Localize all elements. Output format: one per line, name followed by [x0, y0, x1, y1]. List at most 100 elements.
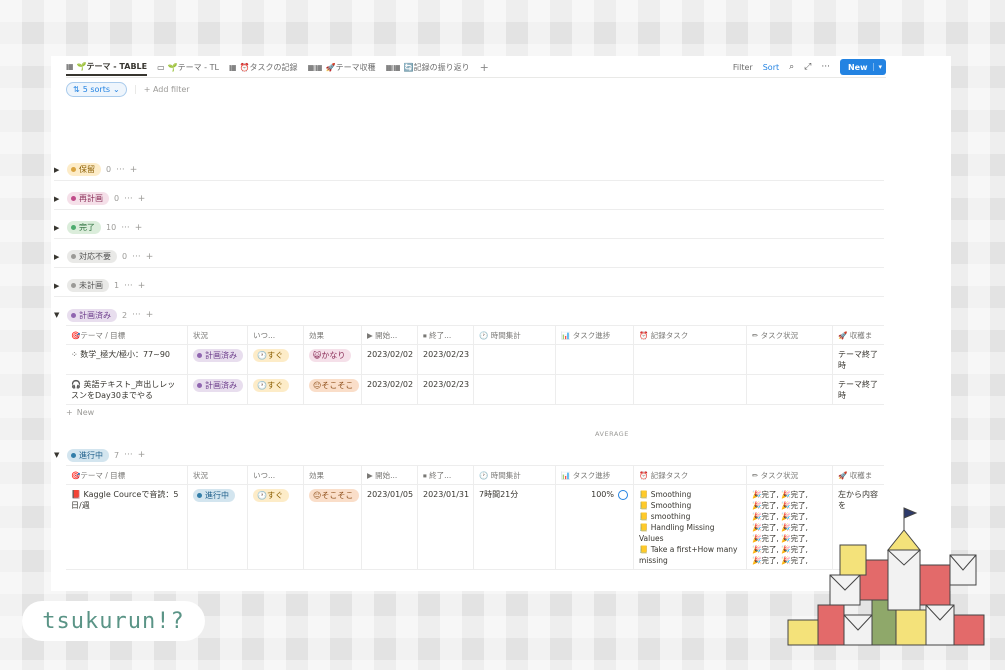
cell-tasks[interactable]	[634, 375, 747, 404]
column-header-end[interactable]: ⏹ 終了...	[418, 326, 474, 344]
column-header-start[interactable]: ▶ 開始...	[362, 466, 418, 484]
column-header-start[interactable]: ▶ 開始...	[362, 326, 418, 344]
column-header-harvest[interactable]: 🚀 収穫ま	[833, 326, 884, 344]
cell-theme[interactable]: 🎧 英語テキスト_声出しレッスンをDay30までやる	[66, 375, 188, 404]
caret-right-icon[interactable]: ▶	[54, 282, 62, 290]
cell-when[interactable]: 🕐すぐ	[248, 485, 304, 569]
cell-progress[interactable]	[556, 345, 634, 374]
task-link[interactable]: 📒 smoothing	[639, 511, 741, 522]
column-header-progress[interactable]: 📊 タスク進捗	[556, 326, 634, 344]
task-link[interactable]: 📒 Take a first+How many missing	[639, 544, 741, 566]
cell-end[interactable]: 2023/01/31	[418, 485, 474, 569]
task-link[interactable]: 📒 Handling Missing Values	[639, 522, 741, 544]
column-header-harvest[interactable]: 🚀 収穫ま	[833, 466, 884, 484]
column-header-theme[interactable]: 🎯テーマ / 目標	[66, 326, 188, 344]
plus-icon[interactable]: +	[146, 252, 154, 262]
plus-icon[interactable]: +	[138, 450, 146, 460]
caret-right-icon[interactable]: ▶	[54, 224, 62, 232]
column-header-progress[interactable]: 📊 タスク進捗	[556, 466, 634, 484]
caret-down-icon[interactable]: ▼	[54, 451, 62, 459]
new-button[interactable]: New ▾	[839, 59, 886, 75]
cell-effect[interactable]: 😐そこそこ	[304, 485, 362, 569]
column-header-task-status[interactable]: ✏ タスク状況	[747, 466, 833, 484]
cell-harvest[interactable]: テーマ終了時	[833, 345, 884, 374]
cell-theme[interactable]: 📕 Kaggle Courceで音読：5日/週	[66, 485, 188, 569]
cell-progress[interactable]: 100%	[556, 485, 634, 569]
caret-right-icon[interactable]: ▶	[54, 166, 62, 174]
column-header-tasks[interactable]: ⏰ 記録タスク	[634, 326, 747, 344]
column-header-tasks[interactable]: ⏰ 記録タスク	[634, 466, 747, 484]
more-icon[interactable]: ···	[124, 450, 133, 460]
view-tab-review[interactable]: ▦▦ 🔄記録の振り返り	[386, 58, 470, 76]
view-tab-table[interactable]: ▦ 🌱テーマ - TABLE	[66, 58, 148, 76]
column-header-status[interactable]: 状況	[188, 326, 248, 344]
cell-task-status[interactable]	[747, 345, 833, 374]
chevron-down-icon[interactable]: ▾	[873, 63, 882, 71]
calculation-average[interactable]: AVERAGE	[595, 430, 629, 438]
view-tab-harvest[interactable]: ▦▦ 🚀テーマ収穫	[307, 58, 375, 76]
add-row-button[interactable]: + New	[66, 408, 94, 417]
view-tab-timeline[interactable]: ▭ 🌱テーマ - TL	[157, 58, 219, 76]
add-view-button[interactable]: +	[480, 61, 489, 74]
cell-start[interactable]: 2023/01/05	[362, 485, 418, 569]
column-header-when[interactable]: いつ...	[248, 326, 304, 344]
cell-tasks[interactable]: 📒 Smoothing 📒 Smoothing 📒 smoothing 📒 Ha…	[634, 485, 747, 569]
cell-effect[interactable]: 😐そこそこ	[304, 375, 362, 404]
cell-end[interactable]: 2023/02/23	[418, 345, 474, 374]
cell-start[interactable]: 2023/02/02	[362, 375, 418, 404]
column-header-end[interactable]: ⏹ 終了...	[418, 466, 474, 484]
divider	[66, 77, 886, 78]
plus-icon[interactable]: +	[146, 310, 154, 320]
table-row[interactable]: 📕 Kaggle Courceで音読：5日/週 進行中 🕐すぐ 😐そこそこ 20…	[66, 485, 884, 570]
add-filter-button[interactable]: + Add filter	[134, 85, 190, 94]
plus-icon[interactable]: +	[138, 281, 146, 291]
plus-icon[interactable]: +	[138, 194, 146, 204]
cell-end[interactable]: 2023/02/23	[418, 375, 474, 404]
more-icon[interactable]: ···	[132, 252, 141, 262]
view-tab-task-log[interactable]: ▦ ⏰タスクの記録	[229, 58, 298, 76]
cell-time[interactable]	[474, 345, 556, 374]
cell-harvest[interactable]: テーマ終了時	[833, 375, 884, 404]
table-row[interactable]: ⁘ 数学_極大/極小：77~90 計画済み 🕐すぐ 😺かなり 2023/02/0…	[66, 345, 884, 375]
task-link[interactable]: 📒 Smoothing	[639, 489, 741, 500]
plus-icon[interactable]: +	[135, 223, 143, 233]
caret-down-icon[interactable]: ▼	[54, 311, 62, 319]
column-header-time[interactable]: 🕐 時間集計	[474, 326, 556, 344]
task-link[interactable]: 📒 Smoothing	[639, 500, 741, 511]
more-icon[interactable]: ···	[124, 194, 133, 204]
cell-time[interactable]	[474, 375, 556, 404]
column-header-status[interactable]: 状況	[188, 466, 248, 484]
cell-progress[interactable]	[556, 375, 634, 404]
cell-status[interactable]: 計画済み	[188, 375, 248, 404]
column-header-effect[interactable]: 効果	[304, 466, 362, 484]
more-icon[interactable]: ···	[132, 310, 141, 320]
cell-when[interactable]: 🕐すぐ	[248, 345, 304, 374]
column-header-when[interactable]: いつ...	[248, 466, 304, 484]
cell-tasks[interactable]	[634, 345, 747, 374]
more-icon[interactable]: ···	[116, 165, 125, 175]
search-icon[interactable]: ⌕	[789, 62, 794, 72]
column-header-effect[interactable]: 効果	[304, 326, 362, 344]
cell-task-status[interactable]	[747, 375, 833, 404]
cell-status[interactable]: 進行中	[188, 485, 248, 569]
sorts-button[interactable]: ⇅ 5 sorts ⌄	[66, 82, 127, 97]
cell-theme[interactable]: ⁘ 数学_極大/極小：77~90	[66, 345, 188, 374]
filter-button[interactable]: Filter	[733, 63, 753, 72]
cell-start[interactable]: 2023/02/02	[362, 345, 418, 374]
column-header-task-status[interactable]: ✏ タスク状況	[747, 326, 833, 344]
more-icon[interactable]: ···	[121, 223, 130, 233]
cell-when[interactable]: 🕐すぐ	[248, 375, 304, 404]
expand-icon[interactable]: ⤢	[804, 62, 811, 72]
cell-time[interactable]: 7時間21分	[474, 485, 556, 569]
column-header-time[interactable]: 🕐 時間集計	[474, 466, 556, 484]
caret-right-icon[interactable]: ▶	[54, 195, 62, 203]
column-header-theme[interactable]: 🎯テーマ / 目標	[66, 466, 188, 484]
sort-button[interactable]: Sort	[763, 63, 779, 72]
caret-right-icon[interactable]: ▶	[54, 253, 62, 261]
plus-icon[interactable]: +	[130, 165, 138, 175]
table-row[interactable]: 🎧 英語テキスト_声出しレッスンをDay30までやる 計画済み 🕐すぐ 😐そこそ…	[66, 375, 884, 405]
cell-status[interactable]: 計画済み	[188, 345, 248, 374]
more-icon[interactable]: ···	[821, 62, 830, 72]
more-icon[interactable]: ···	[124, 281, 133, 291]
cell-effect[interactable]: 😺かなり	[304, 345, 362, 374]
